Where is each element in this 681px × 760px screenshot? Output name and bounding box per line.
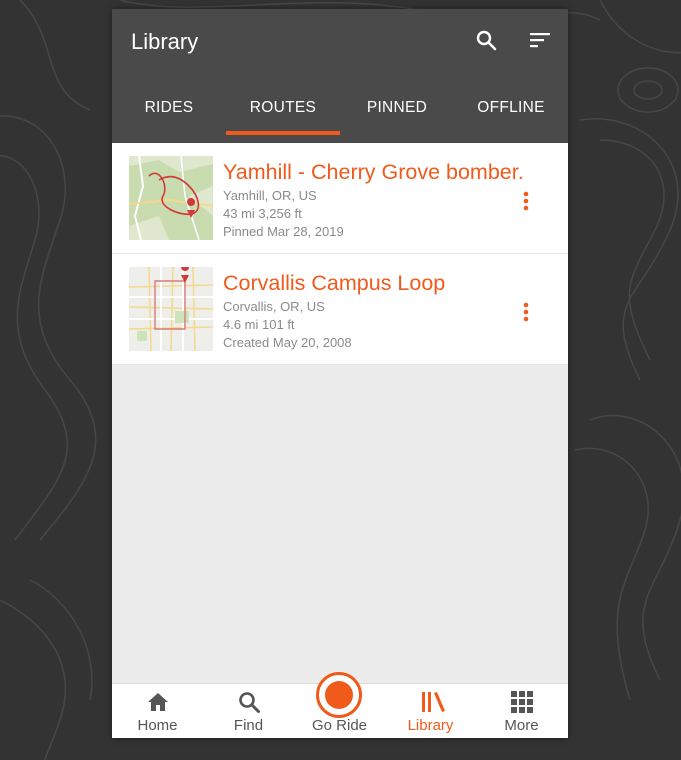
route-location: Corvallis, OR, US — [223, 299, 325, 314]
home-icon — [148, 693, 168, 711]
nav-home[interactable]: Home — [112, 684, 203, 738]
search-icon — [239, 692, 260, 713]
record-icon — [325, 681, 353, 709]
app-bar: Library — [112, 9, 568, 73]
nav-go-ride[interactable]: Go Ride — [294, 672, 385, 738]
bottom-navigation: Home Find Go Ride Library More — [112, 672, 568, 738]
route-list-item[interactable]: Yamhill - Cherry Grove bomber. Yamhill, … — [112, 143, 568, 254]
route-map-thumbnail — [129, 156, 213, 240]
route-location: Yamhill, OR, US — [223, 188, 317, 203]
grid-icon — [511, 691, 533, 713]
search-button[interactable] — [474, 28, 498, 52]
route-more-button[interactable] — [517, 300, 535, 324]
more-vertical-icon — [523, 191, 529, 211]
route-more-button[interactable] — [517, 189, 535, 213]
map-thumbnail-image — [129, 156, 213, 240]
route-list-item[interactable]: Corvallis Campus Loop Corvallis, OR, US … — [112, 254, 568, 365]
route-stats: 4.6 mi 101 ft — [223, 317, 295, 332]
go-ride-button[interactable] — [316, 672, 362, 718]
page-title: Library — [131, 29, 199, 54]
route-name: Corvallis Campus Loop — [223, 271, 446, 295]
library-icon — [422, 692, 445, 712]
search-icon — [476, 30, 497, 51]
tab-routes[interactable]: ROUTES — [226, 73, 340, 143]
route-name: Yamhill - Cherry Grove bomber. — [223, 160, 524, 184]
route-list: Yamhill - Cherry Grove bomber. Yamhill, … — [112, 143, 568, 365]
route-map-thumbnail — [129, 267, 213, 351]
nav-find[interactable]: Find — [203, 684, 294, 738]
sort-button[interactable] — [528, 28, 552, 52]
nav-go-ride-label: Go Ride — [311, 717, 368, 734]
tab-rides[interactable]: RIDES — [112, 73, 226, 143]
tab-offline[interactable]: OFFLINE — [454, 73, 568, 143]
nav-find-label: Find — [233, 717, 264, 734]
route-date: Created May 20, 2008 — [223, 335, 352, 350]
route-stats: 43 mi 3,256 ft — [223, 206, 302, 221]
library-tabs: RIDES ROUTES PINNED OFFLINE — [112, 73, 568, 143]
route-date: Pinned Mar 28, 2019 — [223, 224, 344, 239]
more-vertical-icon — [523, 302, 529, 322]
nav-library-label: Library — [407, 717, 454, 734]
sort-icon — [530, 33, 550, 48]
nav-more-label: More — [504, 717, 539, 734]
nav-more[interactable]: More — [476, 684, 567, 738]
map-thumbnail-image — [129, 267, 213, 351]
tab-pinned[interactable]: PINNED — [340, 73, 454, 143]
app-window: Library RIDES ROUTES PINNED OFFLINE Yamh… — [112, 9, 568, 738]
nav-library[interactable]: Library — [385, 684, 476, 738]
nav-home-label: Home — [137, 717, 178, 734]
